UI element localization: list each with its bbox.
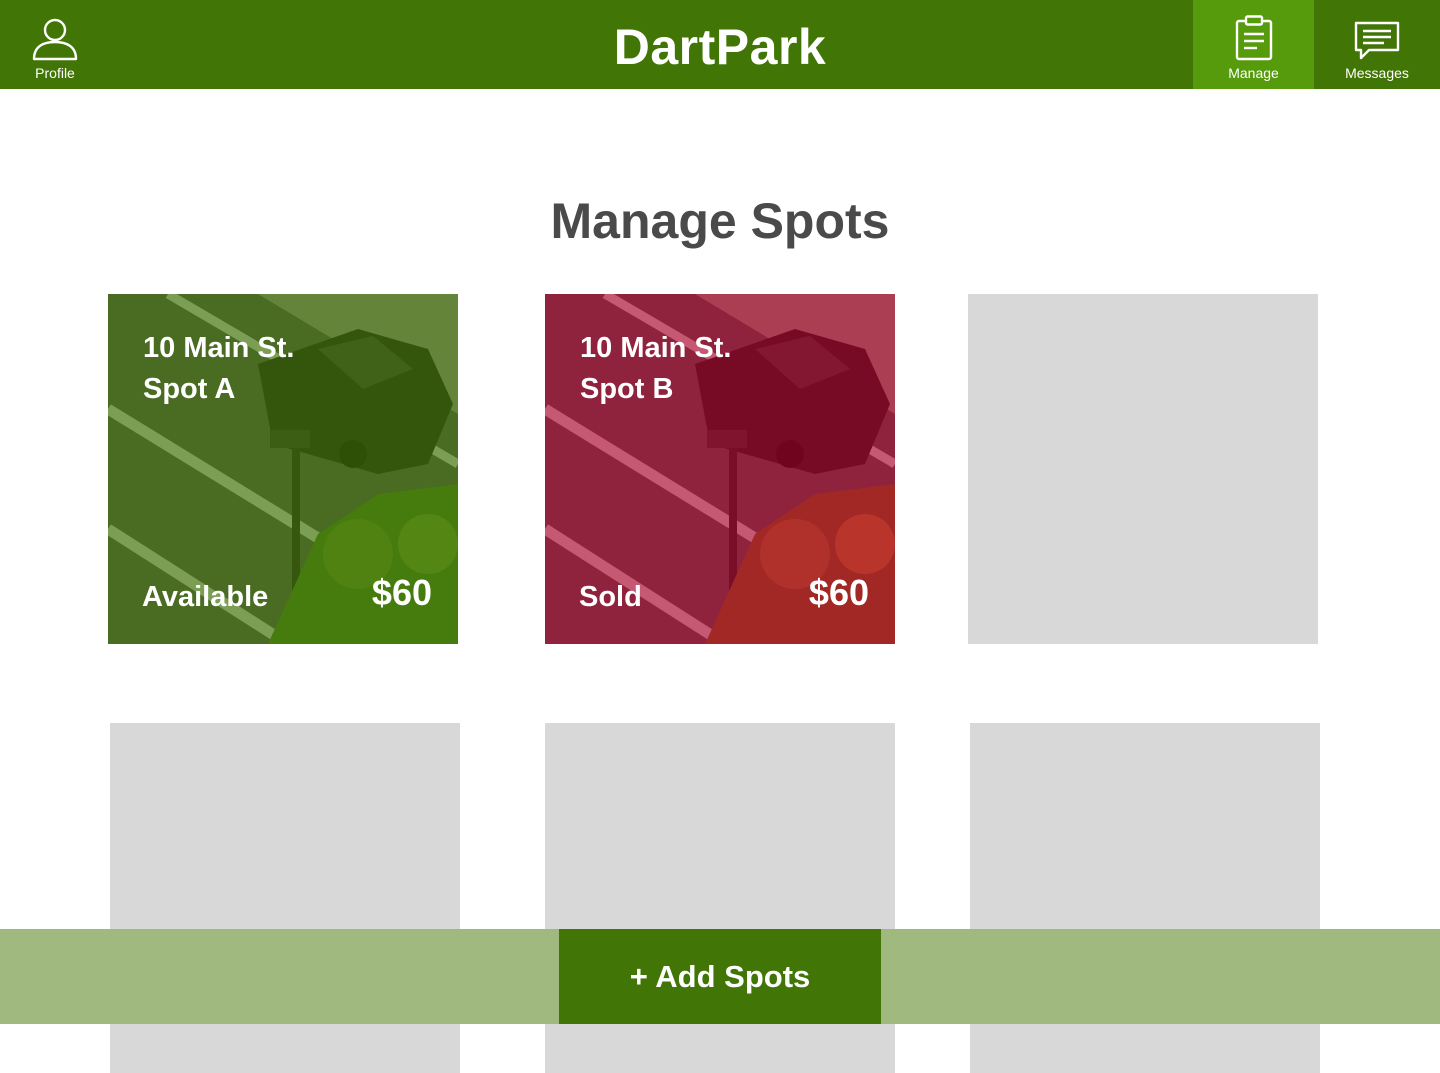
nav-messages-label: Messages xyxy=(1345,65,1409,81)
spot-address: 10 Main St. Spot A xyxy=(143,328,295,410)
nav-manage-label: Manage xyxy=(1228,65,1279,81)
empty-spot-slot xyxy=(968,294,1318,644)
spot-status-label: Available xyxy=(142,581,269,613)
spot-card-a[interactable]: 10 Main St. Spot A Available $60 xyxy=(108,294,458,644)
nav-messages-button[interactable]: Messages xyxy=(1314,0,1440,89)
clipboard-icon xyxy=(1235,15,1272,61)
spot-status-label: Sold xyxy=(579,581,642,613)
spot-card-b[interactable]: 10 Main St. Spot B Sold $60 xyxy=(545,294,895,644)
spot-address-line1: 10 Main St. xyxy=(143,332,295,364)
spot-price: $60 xyxy=(808,572,869,613)
spot-name: Spot A xyxy=(143,373,236,405)
chat-icon xyxy=(1354,21,1400,60)
spot-name: Spot B xyxy=(580,373,674,405)
add-spots-button[interactable]: + Add Spots xyxy=(559,929,881,1024)
top-nav-bar: Profile DartPark Manage Messages xyxy=(0,0,1440,89)
spot-address-line1: 10 Main St. xyxy=(580,332,732,364)
spot-price: $60 xyxy=(371,572,432,613)
nav-manage-button[interactable]: Manage xyxy=(1193,0,1314,89)
spot-address: 10 Main St. Spot B xyxy=(580,328,732,410)
page-title: Manage Spots xyxy=(550,193,890,249)
